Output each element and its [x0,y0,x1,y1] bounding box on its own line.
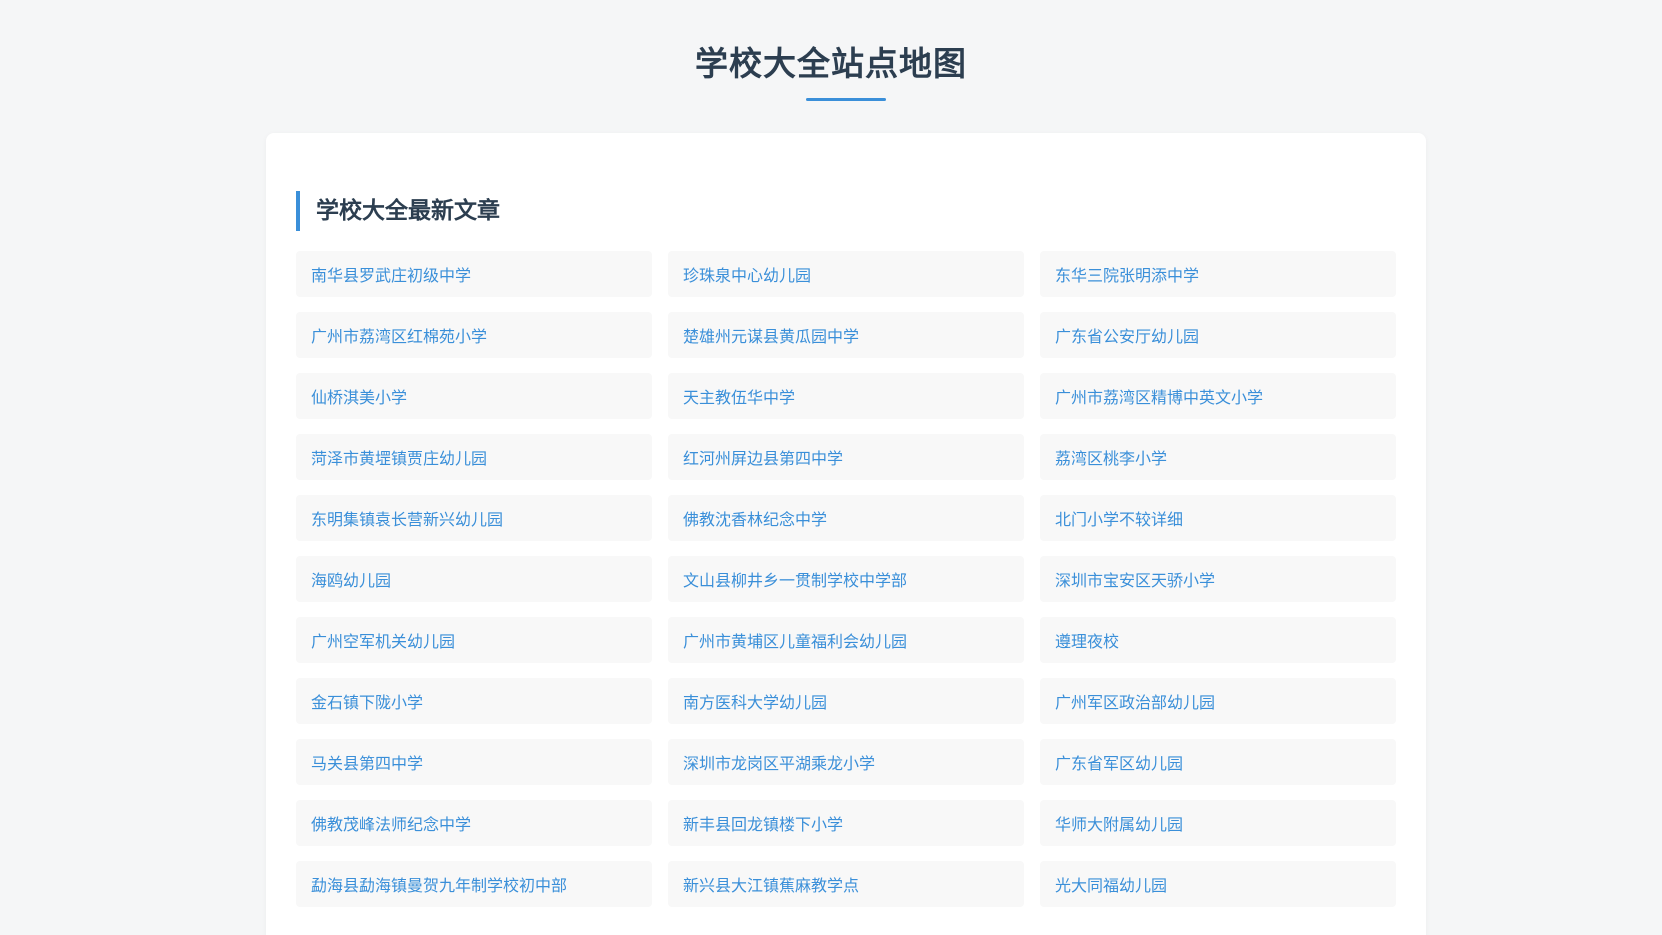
article-link[interactable]: 红河州屏边县第四中学 [668,434,1024,480]
article-link[interactable]: 广州市荔湾区精博中英文小学 [1040,373,1396,419]
content-card: 学校大全最新文章 南华县罗武庄初级中学 珍珠泉中心幼儿园 东华三院张明添中学 广… [266,133,1426,935]
page-header: 学校大全站点地图 [0,0,1662,130]
article-link[interactable]: 海鸥幼儿园 [296,556,652,602]
article-link[interactable]: 新兴县大江镇蕉麻教学点 [668,861,1024,907]
article-link[interactable]: 新丰县回龙镇楼下小学 [668,800,1024,846]
article-link[interactable]: 遵理夜校 [1040,617,1396,663]
article-link[interactable]: 南方医科大学幼儿园 [668,678,1024,724]
article-link[interactable]: 光大同福幼儿园 [1040,861,1396,907]
article-link[interactable]: 广州市荔湾区红棉苑小学 [296,312,652,358]
article-link[interactable]: 广州军区政治部幼儿园 [1040,678,1396,724]
article-link[interactable]: 南华县罗武庄初级中学 [296,251,652,297]
article-link[interactable]: 深圳市龙岗区平湖乘龙小学 [668,739,1024,785]
article-link[interactable]: 佛教茂峰法师纪念中学 [296,800,652,846]
article-link[interactable]: 天主教伍华中学 [668,373,1024,419]
article-link[interactable]: 北门小学不较详细 [1040,495,1396,541]
title-underline [806,98,886,101]
article-link[interactable]: 仙桥淇美小学 [296,373,652,419]
article-link[interactable]: 菏泽市黄堽镇贾庄幼儿园 [296,434,652,480]
article-link[interactable]: 珍珠泉中心幼儿园 [668,251,1024,297]
article-link[interactable]: 华师大附属幼儿园 [1040,800,1396,846]
article-link[interactable]: 广州空军机关幼儿园 [296,617,652,663]
article-link[interactable]: 楚雄州元谋县黄瓜园中学 [668,312,1024,358]
article-link[interactable]: 东华三院张明添中学 [1040,251,1396,297]
article-link[interactable]: 勐海县勐海镇曼贺九年制学校初中部 [296,861,652,907]
article-grid: 南华县罗武庄初级中学 珍珠泉中心幼儿园 东华三院张明添中学 广州市荔湾区红棉苑小… [296,251,1396,907]
page-title: 学校大全站点地图 [695,44,967,83]
article-link[interactable]: 深圳市宝安区天骄小学 [1040,556,1396,602]
article-link[interactable]: 文山县柳井乡一贯制学校中学部 [668,556,1024,602]
sitemap-page: 学校大全站点地图 学校大全最新文章 南华县罗武庄初级中学 珍珠泉中心幼儿园 东华… [0,0,1662,935]
article-link[interactable]: 荔湾区桃李小学 [1040,434,1396,480]
article-link[interactable]: 广东省公安厅幼儿园 [1040,312,1396,358]
article-link[interactable]: 广东省军区幼儿园 [1040,739,1396,785]
article-link[interactable]: 东明集镇袁长营新兴幼儿园 [296,495,652,541]
article-link[interactable]: 佛教沈香林纪念中学 [668,495,1024,541]
article-link[interactable]: 金石镇下陇小学 [296,678,652,724]
article-link[interactable]: 马关县第四中学 [296,739,652,785]
article-link[interactable]: 广州市黄埔区儿童福利会幼儿园 [668,617,1024,663]
section-heading: 学校大全最新文章 [296,191,500,231]
